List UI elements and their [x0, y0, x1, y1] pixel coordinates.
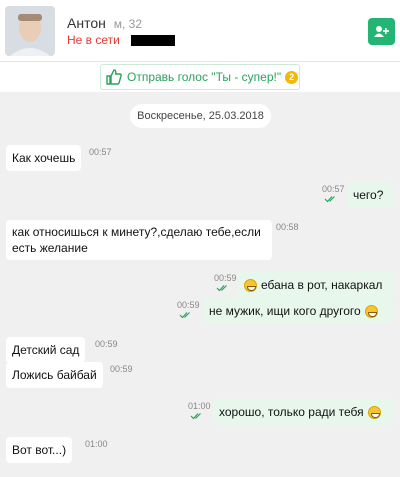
message-out: не мужик, ищи кого другого [203, 298, 393, 324]
message-in: Детский сад [6, 337, 86, 363]
grin-emoji-icon [367, 405, 381, 419]
message-time: 00:57 [322, 184, 345, 194]
add-user-icon [374, 26, 389, 37]
message-time: 00:59 [214, 273, 237, 283]
message-time: 00:58 [276, 222, 299, 232]
message-time: 00:57 [89, 147, 112, 157]
redacted-block [131, 35, 176, 47]
message-time: 01:00 [188, 401, 211, 411]
double-check-icon [190, 413, 201, 420]
message-time: 00:59 [110, 364, 133, 374]
avatar[interactable] [5, 6, 55, 56]
online-status: Не в сети [67, 33, 120, 47]
message-out: хорошо, только ради тебя [213, 399, 393, 425]
message-in: Вот вот...) [6, 437, 73, 463]
message-time: 00:59 [95, 339, 118, 349]
contact-status-line: Не в сети [67, 33, 176, 47]
message-out: ебана в рот, накаркал [238, 272, 393, 298]
double-check-icon [179, 312, 190, 319]
avatar-photo [5, 6, 55, 56]
contact-gender-age: м, 32 [113, 17, 142, 31]
add-friend-button[interactable] [368, 18, 395, 45]
vote-count-badge: 2 [285, 70, 299, 84]
vote-label: Отправь голос "Ты - супер!" [127, 70, 282, 84]
contact-name[interactable]: Антон [67, 15, 106, 31]
grin-emoji-icon [244, 278, 257, 292]
double-check-icon [216, 285, 227, 292]
message-out: чего? [347, 182, 393, 208]
thumbs-up-icon [106, 69, 122, 85]
message-in: Ложись байбай [6, 362, 103, 388]
message-text: ебана в рот, накаркал [261, 278, 383, 292]
message-in: как относишься к минету?,сделаю тебе,есл… [6, 220, 272, 260]
chat-header: Антон м, 32 Не в сети [0, 0, 400, 62]
send-vote-button[interactable]: Отправь голос "Ты - супер!" 2 [100, 64, 300, 90]
message-in: Как хочешь [6, 145, 82, 171]
double-check-icon [324, 196, 335, 203]
chat-area[interactable]: Воскресенье, 25.03.2018 Как хочешь 00:57… [0, 92, 400, 477]
message-time: 00:59 [177, 300, 200, 310]
grin-emoji-icon [364, 304, 378, 318]
contact-name-line: Антон м, 32 [67, 15, 142, 31]
message-text: хорошо, только ради тебя [219, 405, 364, 419]
date-separator: Воскресенье, 25.03.2018 [130, 104, 271, 128]
message-text: не мужик, ищи кого другого [209, 304, 361, 318]
message-time: 01:00 [85, 439, 108, 449]
